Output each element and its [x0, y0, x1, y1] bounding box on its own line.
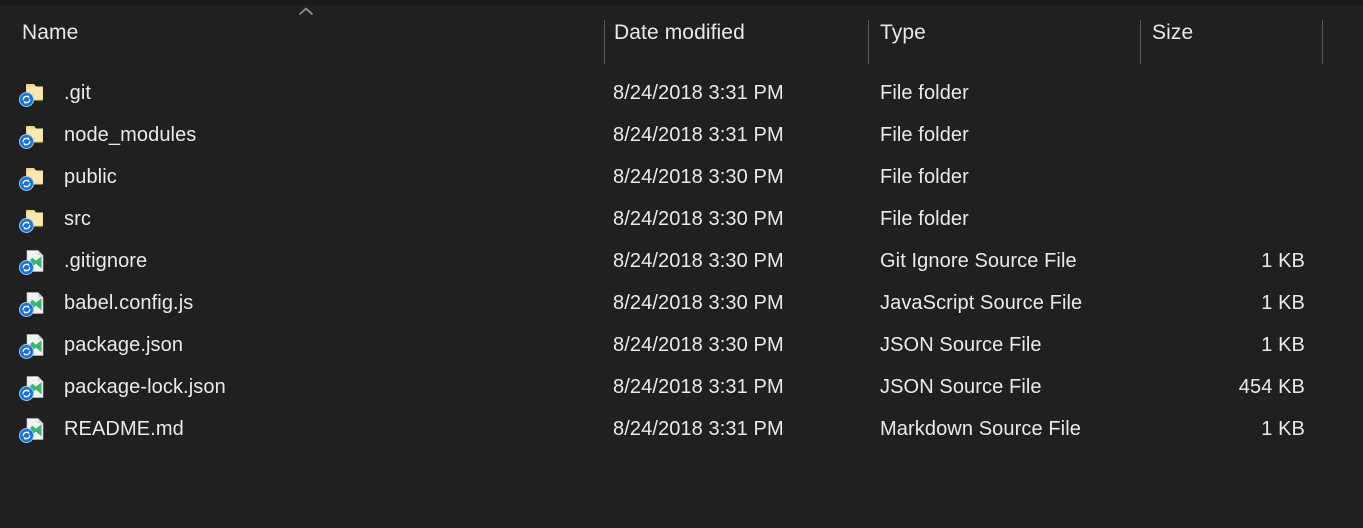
- table-row[interactable]: .git 8/24/2018 3:31 PM File folder: [0, 72, 1363, 114]
- table-row[interactable]: src 8/24/2018 3:30 PM File folder: [0, 198, 1363, 240]
- type-cell: File folder: [880, 207, 969, 230]
- folder-icon: [19, 122, 48, 149]
- column-header-size[interactable]: Size: [1152, 12, 1193, 54]
- date-modified-cell: 8/24/2018 3:30 PM: [613, 333, 784, 356]
- sync-badge-icon: [19, 134, 34, 149]
- column-header-type[interactable]: Type: [880, 12, 926, 54]
- vscode-file-icon: [19, 290, 48, 317]
- table-row[interactable]: node_modules 8/24/2018 3:31 PM File folder: [0, 114, 1363, 156]
- table-row[interactable]: package.json 8/24/2018 3:30 PM JSON Source…: [0, 324, 1363, 366]
- size-cell: [1140, 198, 1305, 240]
- table-row[interactable]: .gitignore 8/24/2018 3:30 PM Git Ignore So…: [0, 240, 1363, 282]
- size-cell: [1140, 156, 1305, 198]
- type-cell: Git Ignore Source File: [880, 249, 1077, 272]
- date-modified-cell: 8/24/2018 3:30 PM: [613, 165, 784, 188]
- file-name-label: package-lock.json: [64, 376, 226, 398]
- size-cell: 1 KB: [1261, 333, 1305, 356]
- type-cell: File folder: [880, 123, 969, 146]
- date-modified-cell: 8/24/2018 3:31 PM: [613, 81, 784, 104]
- sync-badge-icon: [19, 92, 34, 107]
- size-cell: 454 KB: [1238, 375, 1305, 398]
- file-name-label: src: [64, 208, 91, 230]
- date-modified-cell: 8/24/2018 3:31 PM: [613, 123, 784, 146]
- date-modified-cell: 8/24/2018 3:30 PM: [613, 291, 784, 314]
- vscode-file-icon: [19, 416, 48, 443]
- file-name-label: README.md: [64, 418, 184, 440]
- date-modified-cell: 8/24/2018 3:31 PM: [613, 417, 784, 440]
- file-name-cell[interactable]: package-lock.json: [19, 366, 226, 408]
- file-name-label: .gitignore: [64, 250, 148, 272]
- file-name-cell[interactable]: README.md: [19, 408, 184, 450]
- folder-icon: [19, 206, 48, 233]
- table-row[interactable]: babel.config.js 8/24/2018 3:30 PM JavaScri…: [0, 282, 1363, 324]
- file-name-cell[interactable]: node_modules: [19, 114, 197, 156]
- sync-badge-icon: [19, 386, 34, 401]
- date-modified-cell: 8/24/2018 3:31 PM: [613, 375, 784, 398]
- table-row[interactable]: package-lock.json 8/24/2018 3:31 PM JSON S…: [0, 366, 1363, 408]
- size-cell: 1 KB: [1261, 291, 1305, 314]
- type-cell: Markdown Source File: [880, 417, 1081, 440]
- type-cell: File folder: [880, 81, 969, 104]
- file-name-cell[interactable]: package.json: [19, 324, 184, 366]
- date-modified-cell: 8/24/2018 3:30 PM: [613, 249, 784, 272]
- file-name-label: package.json: [64, 334, 184, 356]
- sync-badge-icon: [19, 428, 34, 443]
- size-cell: [1140, 72, 1305, 114]
- size-cell: 1 KB: [1261, 249, 1305, 272]
- table-row[interactable]: public 8/24/2018 3:30 PM File folder: [0, 156, 1363, 198]
- vscode-file-icon: [19, 374, 48, 401]
- size-cell: 1 KB: [1261, 417, 1305, 440]
- folder-icon: [19, 164, 48, 191]
- file-name-cell[interactable]: babel.config.js: [19, 282, 194, 324]
- file-name-label: babel.config.js: [64, 292, 194, 314]
- type-cell: JSON Source File: [880, 333, 1042, 356]
- sync-badge-icon: [19, 302, 34, 317]
- column-header-name[interactable]: Name: [22, 12, 78, 54]
- size-cell: [1140, 114, 1305, 156]
- sync-badge-icon: [19, 218, 34, 233]
- folder-icon: [19, 80, 48, 107]
- column-divider-size-end[interactable]: [1322, 20, 1323, 64]
- column-divider-type-size[interactable]: [1140, 20, 1141, 64]
- file-name-label: node_modules: [64, 124, 197, 146]
- type-cell: File folder: [880, 165, 969, 188]
- file-name-label: .git: [64, 82, 92, 104]
- type-cell: JSON Source File: [880, 375, 1042, 398]
- file-name-cell[interactable]: .git: [19, 72, 92, 114]
- vscode-file-icon: [19, 332, 48, 359]
- sync-badge-icon: [19, 344, 34, 359]
- table-row[interactable]: README.md 8/24/2018 3:31 PM Markdown Sourc…: [0, 408, 1363, 450]
- sync-badge-icon: [19, 260, 34, 275]
- file-list: .git 8/24/2018 3:31 PM File folder node_mod…: [0, 72, 1363, 450]
- column-header-row: Name Date modified Type Size: [0, 12, 1363, 64]
- column-divider-date-type[interactable]: [868, 20, 869, 64]
- vscode-file-icon: [19, 248, 48, 275]
- top-edge-strip: [0, 0, 1363, 5]
- column-header-date-modified[interactable]: Date modified: [614, 12, 745, 54]
- date-modified-cell: 8/24/2018 3:30 PM: [613, 207, 784, 230]
- file-name-cell[interactable]: public: [19, 156, 117, 198]
- file-explorer-details-view: Name Date modified Type Size .git 8/24/20…: [0, 0, 1363, 528]
- type-cell: JavaScript Source File: [880, 291, 1083, 314]
- file-name-label: public: [64, 166, 117, 188]
- file-name-cell[interactable]: .gitignore: [19, 240, 148, 282]
- sync-badge-icon: [19, 176, 34, 191]
- column-divider-name-date[interactable]: [604, 20, 605, 64]
- file-name-cell[interactable]: src: [19, 198, 91, 240]
